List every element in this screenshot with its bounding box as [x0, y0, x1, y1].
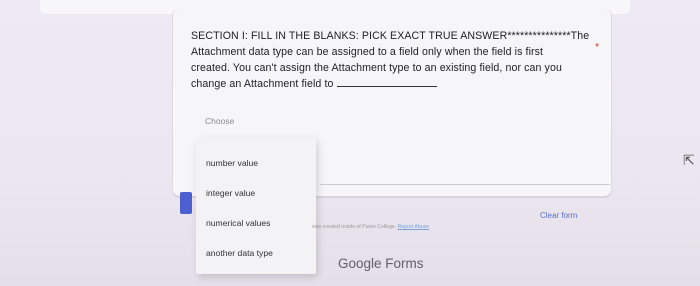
- question-text: SECTION I: FILL IN THE BLANKS: PICK EXAC…: [191, 28, 601, 92]
- question-line-3: created. You can't assign the Attachment…: [191, 62, 562, 74]
- dropdown-option-integer-value[interactable]: integer value: [206, 188, 255, 198]
- question-line-4: change an Attachment field to: [191, 76, 601, 92]
- required-marker: *: [595, 42, 599, 53]
- mouse-cursor-icon: ⇱: [683, 152, 695, 168]
- side-tab[interactable]: [180, 192, 192, 214]
- answer-select[interactable]: Choose: [193, 104, 313, 140]
- question-line-4-text: change an Attachment field to: [191, 78, 334, 90]
- question-line-2: Attachment data type can be assigned to …: [191, 46, 544, 58]
- question-line-1: SECTION I: FILL IN THE BLANKS: PICK EXAC…: [191, 30, 590, 42]
- dropdown-menu: number value integer value numerical val…: [196, 138, 316, 274]
- google-forms-logo: Google Forms: [338, 256, 424, 271]
- select-underline: [320, 184, 610, 185]
- report-abuse-link[interactable]: Report Abuse: [398, 224, 429, 230]
- fill-blank-line: [337, 86, 438, 87]
- dropdown-option-another-data-type[interactable]: another data type: [206, 248, 273, 258]
- created-note: was created inside of Pures College.: [312, 224, 397, 230]
- dropdown-option-number-value[interactable]: number value: [206, 158, 258, 168]
- dropdown-option-numerical-values[interactable]: numerical values: [206, 218, 270, 228]
- select-placeholder: Choose: [205, 116, 235, 126]
- footer-note: was created inside of Pures College. Rep…: [312, 224, 429, 230]
- clear-form-link[interactable]: Clear form: [540, 211, 577, 220]
- form-page: SECTION I: FILL IN THE BLANKS: PICK EXAC…: [0, 0, 700, 286]
